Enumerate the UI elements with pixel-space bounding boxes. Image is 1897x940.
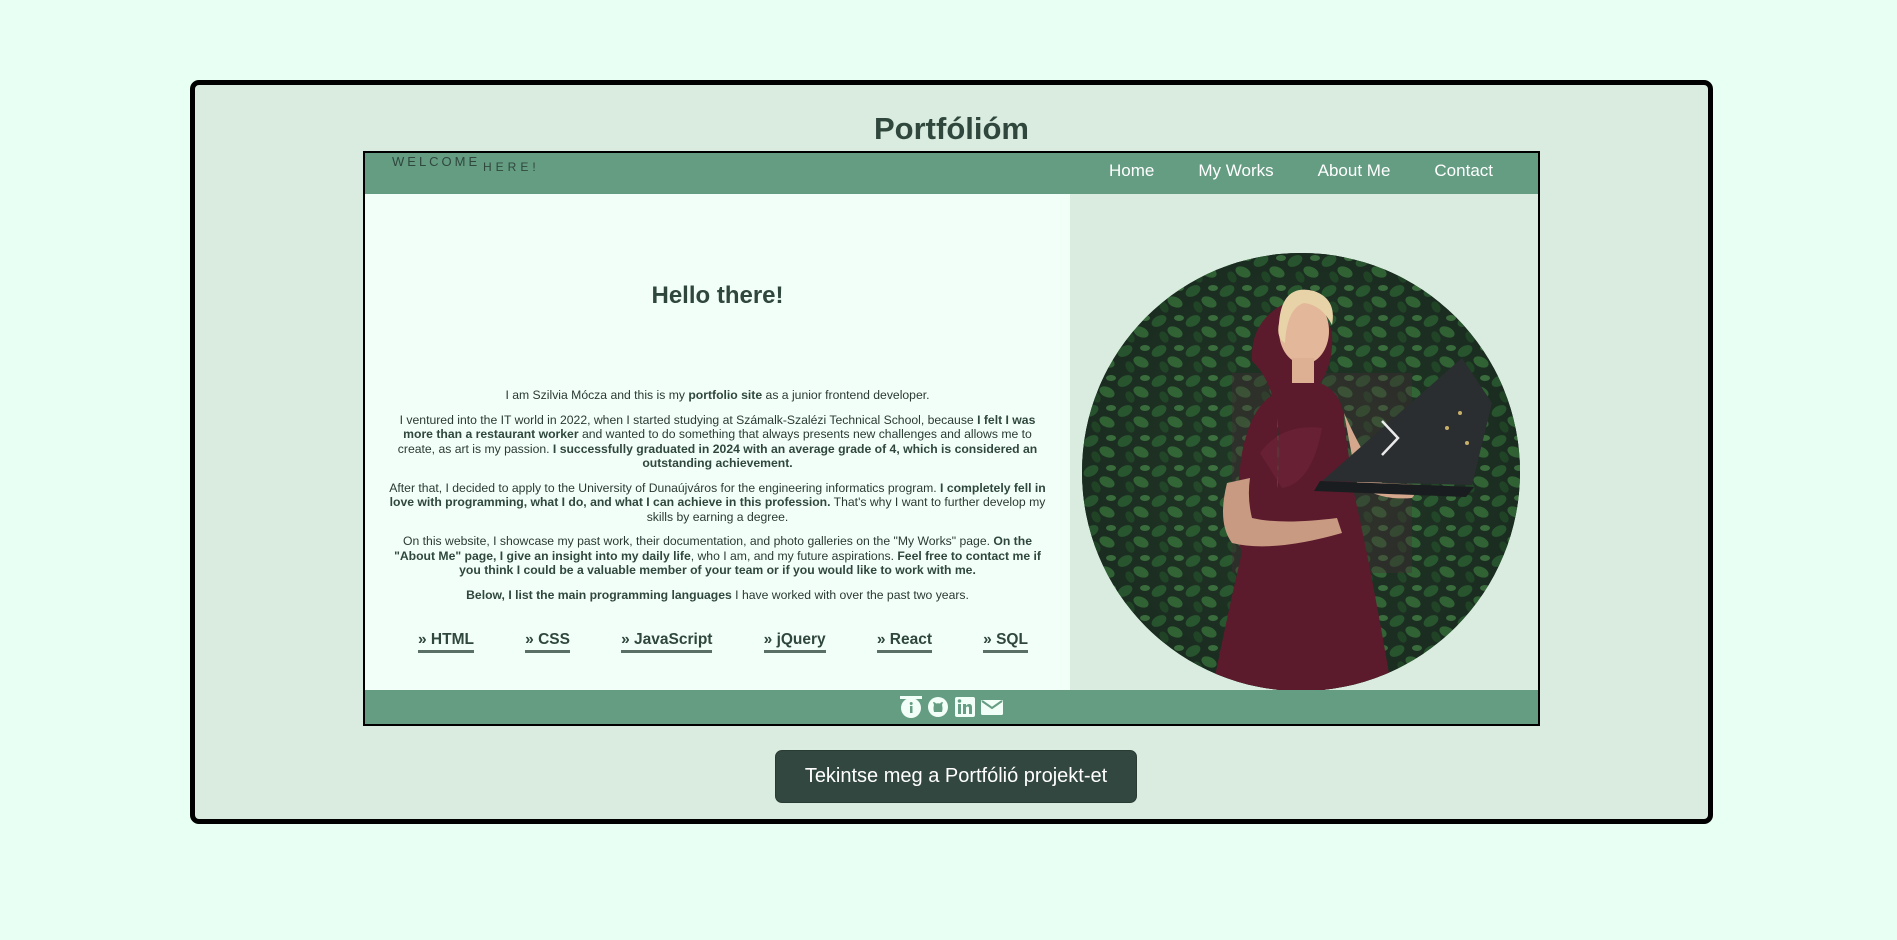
bio-paragraph: On this website, I showcase my past work…: [394, 534, 1041, 577]
view-portfolio-button[interactable]: Tekintse meg a Portfólió projekt-et: [775, 750, 1137, 803]
language-link-react[interactable]: » React: [876, 631, 932, 653]
site-footer: [365, 690, 1538, 724]
language-list: » HTML » CSS » JavaScript » jQuery » Rea…: [418, 631, 1028, 653]
email-icon[interactable]: [981, 696, 1003, 718]
nav-my-works[interactable]: My Works: [1198, 161, 1273, 181]
github-icon[interactable]: [927, 696, 949, 718]
photo-section: [1070, 194, 1538, 693]
language-link-css[interactable]: » CSS: [525, 631, 570, 653]
nav-about-me[interactable]: About Me: [1318, 161, 1391, 181]
bio-paragraph: I am Szilvia Mócza and this is my portfo…: [505, 388, 930, 402]
portrait-illustration: [1082, 253, 1520, 691]
bio-paragraph: I ventured into the IT world in 2022, wh…: [397, 412, 1038, 471]
info-icon[interactable]: [900, 696, 922, 718]
here-word: HERE!: [483, 160, 540, 174]
website-preview: WELCOME HERE! Home My Works About Me Con…: [363, 151, 1540, 726]
language-link-html[interactable]: » HTML: [418, 631, 474, 653]
social-links: [365, 696, 1538, 718]
welcome-word: WELCOME: [392, 154, 481, 169]
language-link-sql[interactable]: » SQL: [983, 631, 1028, 653]
portrait-photo: [1082, 253, 1520, 691]
nav-contact[interactable]: Contact: [1434, 161, 1493, 181]
portfolio-card: Portfólióm WELCOME HERE! Home My Works A…: [190, 80, 1713, 824]
page-title: Portfólióm: [874, 111, 1029, 146]
intro-bio: I am Szilvia Mócza and this is my portfo…: [389, 388, 1046, 612]
bio-paragraph: Below, I list the main programming langu…: [466, 587, 969, 602]
linkedin-icon[interactable]: [954, 696, 976, 718]
language-link-jquery[interactable]: » jQuery: [763, 631, 826, 653]
nav-home[interactable]: Home: [1109, 161, 1154, 181]
top-navigation: WELCOME HERE! Home My Works About Me Con…: [365, 153, 1538, 194]
language-link-javascript[interactable]: » JavaScript: [621, 631, 713, 653]
nav-links: Home My Works About Me Contact: [1109, 161, 1493, 181]
intro-section: Hello there! I am Szilvia Mócza and this…: [365, 194, 1070, 693]
bio-paragraph: After that, I decided to apply to the Un…: [389, 480, 1046, 524]
intro-heading: Hello there!: [651, 282, 784, 309]
